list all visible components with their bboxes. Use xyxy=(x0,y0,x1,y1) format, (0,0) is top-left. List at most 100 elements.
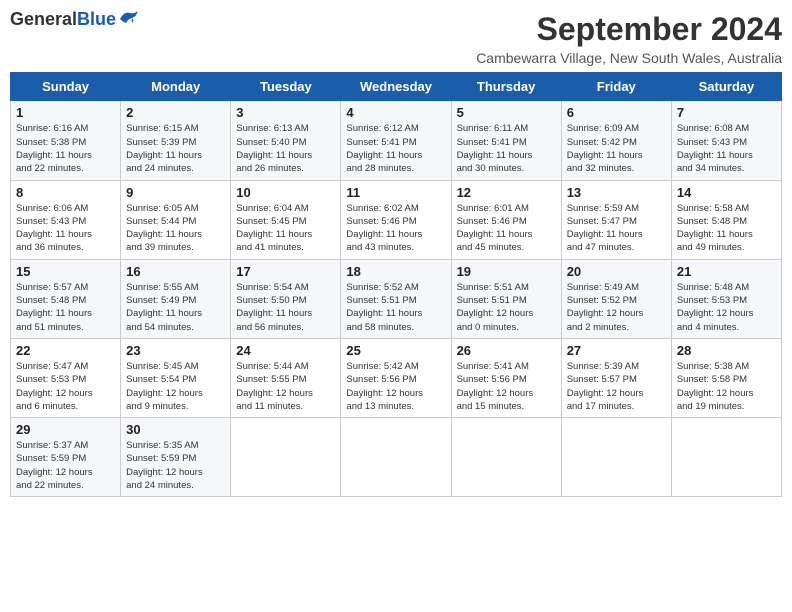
day-info: Sunrise: 6:09 AMSunset: 5:42 PMDaylight:… xyxy=(567,122,666,175)
calendar-cell: 30Sunrise: 5:35 AMSunset: 5:59 PMDayligh… xyxy=(121,418,231,497)
calendar-cell: 26 Sunrise: 5:41 AMSunset: 5:56 PMDayligh… xyxy=(451,338,561,417)
calendar-cell xyxy=(451,418,561,497)
day-number: 27 xyxy=(567,343,666,358)
bird-icon xyxy=(118,9,140,27)
calendar-cell: 25 Sunrise: 5:42 AMSunset: 5:56 PMDayligh… xyxy=(341,338,451,417)
day-info: Sunrise: 6:04 AMSunset: 5:45 PMDaylight:… xyxy=(236,202,335,255)
day-number: 18 xyxy=(346,264,445,279)
calendar-cell: 16Sunrise: 5:55 AMSunset: 5:49 PMDayligh… xyxy=(121,259,231,338)
calendar-cell: 20 Sunrise: 5:49 AMSunset: 5:52 PMDayligh… xyxy=(561,259,671,338)
day-info: Sunrise: 5:49 AMSunset: 5:52 PMDaylight:… xyxy=(567,281,666,334)
logo: GeneralBlue xyxy=(10,10,140,30)
day-number: 23 xyxy=(126,343,225,358)
day-number: 26 xyxy=(457,343,556,358)
day-number: 12 xyxy=(457,185,556,200)
weekday-header-monday: Monday xyxy=(121,73,231,101)
calendar-cell: 22 Sunrise: 5:47 AMSunset: 5:53 PMDayligh… xyxy=(11,338,121,417)
calendar-week-3: 15Sunrise: 5:57 AMSunset: 5:48 PMDayligh… xyxy=(11,259,782,338)
page-header: GeneralBlue September 2024 Cambewarra Vi… xyxy=(10,10,782,66)
day-info: Sunrise: 5:47 AMSunset: 5:53 PMDaylight:… xyxy=(16,360,115,413)
calendar-cell: 3Sunrise: 6:13 AMSunset: 5:40 PMDaylight… xyxy=(231,101,341,180)
day-number: 11 xyxy=(346,185,445,200)
calendar-cell: 18 Sunrise: 5:52 AMSunset: 5:51 PMDayligh… xyxy=(341,259,451,338)
calendar-week-2: 8 Sunrise: 6:06 AMSunset: 5:43 PMDaylight… xyxy=(11,180,782,259)
day-info: Sunrise: 6:16 AMSunset: 5:38 PMDaylight:… xyxy=(16,122,115,175)
day-info: Sunrise: 5:39 AMSunset: 5:57 PMDaylight:… xyxy=(567,360,666,413)
day-info: Sunrise: 5:44 AMSunset: 5:55 PMDaylight:… xyxy=(236,360,335,413)
weekday-header-thursday: Thursday xyxy=(451,73,561,101)
day-info: Sunrise: 5:37 AMSunset: 5:59 PMDaylight:… xyxy=(16,439,115,492)
day-number: 29 xyxy=(16,422,115,437)
calendar-cell xyxy=(231,418,341,497)
day-number: 5 xyxy=(457,105,556,120)
day-info: Sunrise: 5:48 AMSunset: 5:53 PMDaylight:… xyxy=(677,281,776,334)
day-number: 25 xyxy=(346,343,445,358)
calendar-cell xyxy=(671,418,781,497)
location-title: Cambewarra Village, New South Wales, Aus… xyxy=(476,50,782,66)
calendar-cell xyxy=(561,418,671,497)
day-info: Sunrise: 5:57 AMSunset: 5:48 PMDaylight:… xyxy=(16,281,115,334)
day-number: 24 xyxy=(236,343,335,358)
weekday-header-wednesday: Wednesday xyxy=(341,73,451,101)
day-info: Sunrise: 6:05 AMSunset: 5:44 PMDaylight:… xyxy=(126,202,225,255)
calendar-cell: 28 Sunrise: 5:38 AMSunset: 5:58 PMDayligh… xyxy=(671,338,781,417)
day-number: 30 xyxy=(126,422,225,437)
calendar-cell: 9 Sunrise: 6:05 AMSunset: 5:44 PMDaylight… xyxy=(121,180,231,259)
calendar-cell xyxy=(341,418,451,497)
day-number: 13 xyxy=(567,185,666,200)
day-info: Sunrise: 5:38 AMSunset: 5:58 PMDaylight:… xyxy=(677,360,776,413)
day-number: 10 xyxy=(236,185,335,200)
day-info: Sunrise: 5:52 AMSunset: 5:51 PMDaylight:… xyxy=(346,281,445,334)
calendar-cell: 17 Sunrise: 5:54 AMSunset: 5:50 PMDayligh… xyxy=(231,259,341,338)
calendar-cell: 4Sunrise: 6:12 AMSunset: 5:41 PMDaylight… xyxy=(341,101,451,180)
calendar-table: SundayMondayTuesdayWednesdayThursdayFrid… xyxy=(10,72,782,497)
day-info: Sunrise: 5:42 AMSunset: 5:56 PMDaylight:… xyxy=(346,360,445,413)
calendar-week-1: 1 Sunrise: 6:16 AMSunset: 5:38 PMDaylight… xyxy=(11,101,782,180)
calendar-cell: 14 Sunrise: 5:58 AMSunset: 5:48 PMDayligh… xyxy=(671,180,781,259)
calendar-cell: 6Sunrise: 6:09 AMSunset: 5:42 PMDaylight… xyxy=(561,101,671,180)
day-info: Sunrise: 6:15 AMSunset: 5:39 PMDaylight:… xyxy=(126,122,225,175)
day-number: 21 xyxy=(677,264,776,279)
calendar-cell: 13Sunrise: 5:59 AMSunset: 5:47 PMDayligh… xyxy=(561,180,671,259)
day-number: 7 xyxy=(677,105,776,120)
calendar-cell: 1 Sunrise: 6:16 AMSunset: 5:38 PMDaylight… xyxy=(11,101,121,180)
calendar-cell: 11 Sunrise: 6:02 AMSunset: 5:46 PMDayligh… xyxy=(341,180,451,259)
day-number: 28 xyxy=(677,343,776,358)
calendar-cell: 29 Sunrise: 5:37 AMSunset: 5:59 PMDayligh… xyxy=(11,418,121,497)
weekday-header-friday: Friday xyxy=(561,73,671,101)
calendar-cell: 23Sunrise: 5:45 AMSunset: 5:54 PMDayligh… xyxy=(121,338,231,417)
calendar-cell: 21 Sunrise: 5:48 AMSunset: 5:53 PMDayligh… xyxy=(671,259,781,338)
logo-text: GeneralBlue xyxy=(10,10,116,30)
day-info: Sunrise: 6:06 AMSunset: 5:43 PMDaylight:… xyxy=(16,202,115,255)
day-info: Sunrise: 6:11 AMSunset: 5:41 PMDaylight:… xyxy=(457,122,556,175)
calendar-header-row: SundayMondayTuesdayWednesdayThursdayFrid… xyxy=(11,73,782,101)
calendar-week-4: 22 Sunrise: 5:47 AMSunset: 5:53 PMDayligh… xyxy=(11,338,782,417)
day-number: 17 xyxy=(236,264,335,279)
day-number: 19 xyxy=(457,264,556,279)
day-info: Sunrise: 6:13 AMSunset: 5:40 PMDaylight:… xyxy=(236,122,335,175)
calendar-cell: 7Sunrise: 6:08 AMSunset: 5:43 PMDaylight… xyxy=(671,101,781,180)
day-number: 1 xyxy=(16,105,115,120)
day-info: Sunrise: 6:01 AMSunset: 5:46 PMDaylight:… xyxy=(457,202,556,255)
day-number: 14 xyxy=(677,185,776,200)
day-number: 8 xyxy=(16,185,115,200)
day-number: 2 xyxy=(126,105,225,120)
day-info: Sunrise: 5:58 AMSunset: 5:48 PMDaylight:… xyxy=(677,202,776,255)
calendar-cell: 27 Sunrise: 5:39 AMSunset: 5:57 PMDayligh… xyxy=(561,338,671,417)
day-number: 9 xyxy=(126,185,225,200)
calendar-cell: 8 Sunrise: 6:06 AMSunset: 5:43 PMDaylight… xyxy=(11,180,121,259)
day-info: Sunrise: 5:41 AMSunset: 5:56 PMDaylight:… xyxy=(457,360,556,413)
day-number: 22 xyxy=(16,343,115,358)
weekday-header-tuesday: Tuesday xyxy=(231,73,341,101)
day-number: 20 xyxy=(567,264,666,279)
day-info: Sunrise: 6:02 AMSunset: 5:46 PMDaylight:… xyxy=(346,202,445,255)
day-info: Sunrise: 6:12 AMSunset: 5:41 PMDaylight:… xyxy=(346,122,445,175)
month-title: September 2024 xyxy=(476,10,782,48)
day-info: Sunrise: 5:55 AMSunset: 5:49 PMDaylight:… xyxy=(126,281,225,334)
calendar-cell: 19 Sunrise: 5:51 AMSunset: 5:51 PMDayligh… xyxy=(451,259,561,338)
title-section: September 2024 Cambewarra Village, New S… xyxy=(476,10,782,66)
weekday-header-saturday: Saturday xyxy=(671,73,781,101)
day-info: Sunrise: 5:51 AMSunset: 5:51 PMDaylight:… xyxy=(457,281,556,334)
calendar-week-5: 29 Sunrise: 5:37 AMSunset: 5:59 PMDayligh… xyxy=(11,418,782,497)
day-info: Sunrise: 5:54 AMSunset: 5:50 PMDaylight:… xyxy=(236,281,335,334)
